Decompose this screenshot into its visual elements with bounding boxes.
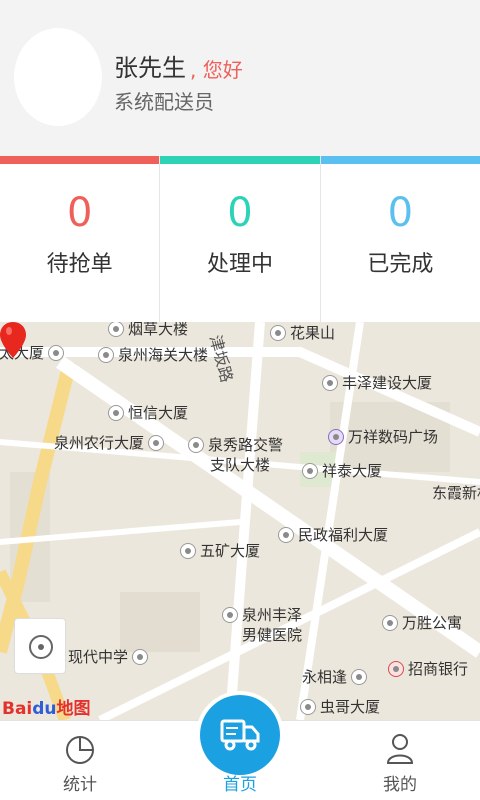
building-icon xyxy=(278,526,294,543)
locate-button[interactable] xyxy=(14,618,66,674)
nav-home-label: 首页 xyxy=(223,775,257,795)
delivery-truck-icon xyxy=(220,719,260,751)
stat-processing[interactable]: 0 处理中 xyxy=(160,156,321,322)
poi-label: 五矿大厦 xyxy=(200,542,261,560)
pin-icon xyxy=(222,606,238,623)
logo-text-c: 地图 xyxy=(56,699,91,719)
stat-pending-bar xyxy=(0,156,160,164)
poi-13[interactable]: 五矿大厦 xyxy=(180,540,260,561)
stat-completed[interactable]: 0 已完成 xyxy=(320,156,480,322)
poi-label: 泉州海关大楼 xyxy=(118,346,209,364)
stat-pending-count: 0 xyxy=(66,190,93,236)
bottom-nav: 统计 首页 我的 xyxy=(0,695,480,800)
map-view[interactable]: 烟草大楼 花果山 泉州海关大楼 丰泽建设大厦 恒信大厦 泉州农行大厦 泉秀路交警… xyxy=(0,322,480,720)
poi-6[interactable]: 泉州农行大厦 xyxy=(54,432,168,453)
building-icon xyxy=(300,698,316,715)
poi-1[interactable]: 烟草大楼 xyxy=(108,322,188,339)
poi-15[interactable]: 男健医院 xyxy=(242,624,302,645)
building-icon xyxy=(148,434,165,451)
poi-16[interactable]: 万胜公寓 xyxy=(382,612,462,633)
stat-processing-label: 处理中 xyxy=(206,252,273,277)
building-icon xyxy=(382,614,398,631)
home-circle xyxy=(200,695,280,775)
locate-icon xyxy=(29,635,53,659)
poi-20[interactable]: 虫哥大厦 xyxy=(300,696,380,717)
pie-chart-icon xyxy=(66,736,94,764)
poi-label: 泉州丰泽 xyxy=(242,606,303,624)
stat-processing-bar xyxy=(160,156,320,164)
poi-17[interactable]: 现代中学 xyxy=(68,646,152,667)
order-stats: 0 待抢单 0 处理中 0 已完成 xyxy=(0,156,480,322)
poi-4[interactable]: 丰泽建设大厦 xyxy=(322,372,432,393)
nav-home[interactable]: 首页 xyxy=(160,695,320,800)
poi-10[interactable]: 祥泰大厦 xyxy=(302,460,382,481)
logo-text-a: Bai xyxy=(2,699,33,719)
poi-label: 民政福利大厦 xyxy=(298,526,389,544)
poi-label: 招商银行 xyxy=(408,660,469,678)
poi-9[interactable]: 万祥数码广场 xyxy=(328,426,438,447)
poi-3[interactable]: 泉州海关大楼 xyxy=(98,344,208,365)
poi-label: 永相逢 xyxy=(302,668,348,686)
building-icon xyxy=(188,436,204,453)
logo-text-b: du xyxy=(32,699,57,719)
stat-pending-label: 待抢单 xyxy=(46,252,113,277)
avatar[interactable] xyxy=(14,28,102,126)
user-name: 张先生 xyxy=(114,54,186,82)
user-role: 系统配送员 xyxy=(114,90,214,114)
bank-icon xyxy=(388,660,404,677)
nav-stats[interactable]: 统计 xyxy=(0,721,160,800)
poi-label: 男健医院 xyxy=(242,626,303,644)
poi-label: 泉秀路交警 xyxy=(208,436,284,454)
poi-11[interactable]: 东霞新村 xyxy=(432,482,480,503)
poi-14[interactable]: 泉州丰泽 xyxy=(222,604,302,625)
building-icon xyxy=(108,404,124,421)
user-icon xyxy=(386,734,414,764)
poi-2[interactable]: 花果山 xyxy=(270,322,335,343)
location-pin-icon[interactable] xyxy=(0,322,26,358)
building-icon xyxy=(48,344,65,361)
poi-label: 烟草大楼 xyxy=(128,322,189,338)
school-icon xyxy=(132,648,149,665)
poi-19[interactable]: 招商银行 xyxy=(388,658,468,679)
building-icon xyxy=(302,462,318,479)
stat-completed-count: 0 xyxy=(387,190,414,236)
greeting-text: , 您好 xyxy=(190,58,243,82)
stat-pending[interactable]: 0 待抢单 xyxy=(0,156,161,322)
stat-completed-label: 已完成 xyxy=(367,252,434,277)
building-icon xyxy=(108,322,124,337)
poi-label: 恒信大厦 xyxy=(128,404,189,422)
building-icon xyxy=(351,668,368,685)
stat-processing-count: 0 xyxy=(227,190,253,236)
poi-18[interactable]: 永相逢 xyxy=(302,666,371,687)
poi-label: 东霞新村 xyxy=(432,484,480,502)
poi-label: 虫哥大厦 xyxy=(320,698,381,716)
building-icon xyxy=(322,374,338,391)
poi-label: 丰泽建设大厦 xyxy=(342,374,433,392)
app-root: 张先生 , 您好 系统配送员 0 待抢单 0 处理中 0 已完成 烟草大楼 花果… xyxy=(0,0,480,800)
profile-header: 张先生 , 您好 系统配送员 xyxy=(0,0,480,156)
poi-label: 花果山 xyxy=(290,324,336,342)
pin-icon xyxy=(98,346,114,363)
poi-label: 万祥数码广场 xyxy=(348,428,439,446)
baidu-map-logo: Baidu地图 xyxy=(2,694,91,719)
nav-profile[interactable]: 我的 xyxy=(320,721,480,800)
poi-label: 万胜公寓 xyxy=(402,614,463,632)
stat-completed-bar xyxy=(320,156,480,164)
poi-label: 泉州农行大厦 xyxy=(54,434,145,452)
nav-stats-label: 统计 xyxy=(63,775,97,795)
poi-label: 祥泰大厦 xyxy=(322,462,383,480)
pin-icon xyxy=(270,324,286,341)
building-icon xyxy=(180,542,196,559)
poi-12[interactable]: 民政福利大厦 xyxy=(278,524,388,545)
poi-7[interactable]: 泉秀路交警 xyxy=(188,434,283,455)
poi-5[interactable]: 恒信大厦 xyxy=(108,402,188,423)
nav-profile-label: 我的 xyxy=(383,775,417,795)
poi-label: 支队大楼 xyxy=(210,456,271,474)
poi-label: 现代中学 xyxy=(68,648,129,666)
shopping-icon xyxy=(328,428,344,445)
poi-8[interactable]: 支队大楼 xyxy=(210,454,270,475)
